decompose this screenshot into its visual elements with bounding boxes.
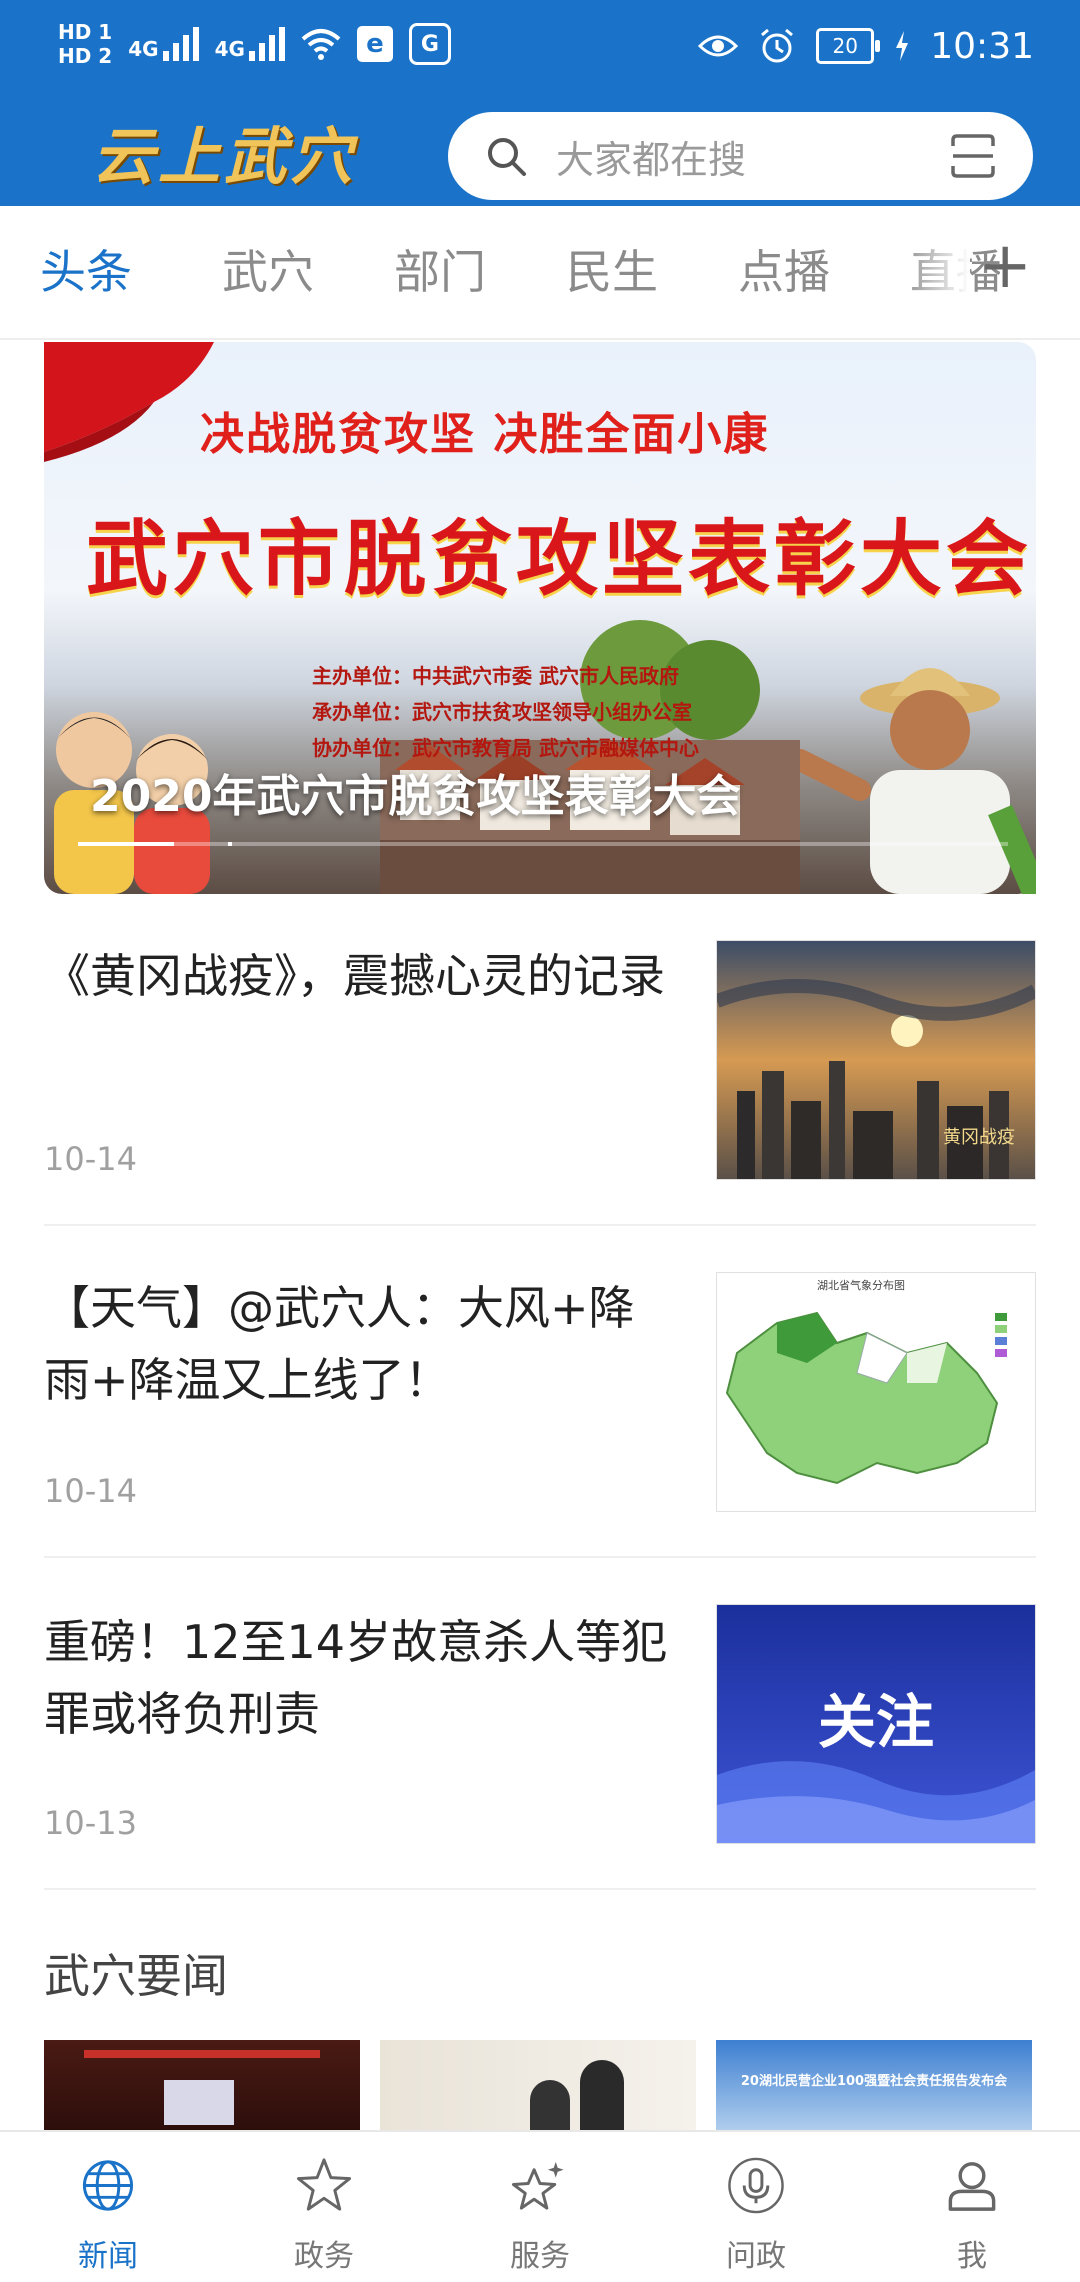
search-placeholder: 大家都在搜 <box>556 137 747 182</box>
microphone-icon <box>728 2157 784 2214</box>
nav-government[interactable]: 政务 <box>216 2150 432 2275</box>
globe-icon <box>82 2160 134 2211</box>
carousel-indicator-active <box>78 842 174 846</box>
news-thumbnail[interactable]: 关注 <box>716 1604 1036 1844</box>
nav-label: 服务 <box>510 2239 570 2274</box>
signal-bars-icon <box>248 27 285 61</box>
news-title[interactable]: 重磅！12至14岁故意杀人等犯罪或将负刑责 <box>44 1606 674 1750</box>
news-thumbnail[interactable]: 湖北省气象分布图 <box>716 1272 1036 1512</box>
banner-caption: 2020年武穴市脱贫攻坚表彰大会 <box>90 771 741 822</box>
app-notification-icon-2: G <box>408 23 451 65</box>
weather-map-image <box>725 1311 1007 1485</box>
banner-headline: 武穴市脱贫攻坚表彰大会 <box>86 511 1033 607</box>
red-flag-graphic <box>44 342 214 462</box>
section-title: 武穴要闻 <box>44 1949 228 2003</box>
section-news-thumbnail[interactable] <box>380 2040 696 2140</box>
list-separator <box>44 1888 1036 1890</box>
nav-label: 我 <box>957 2239 987 2274</box>
signal-1: 4G <box>128 27 199 61</box>
list-separator <box>44 1224 1036 1226</box>
news-title[interactable]: 【天气】@武穴人：大风+降雨+降温又上线了！ <box>44 1272 674 1416</box>
nav-label: 问政 <box>726 2239 786 2274</box>
hd-indicators: HD 1 HD 2 <box>58 21 112 67</box>
status-right: 20 10:31 <box>698 20 1034 72</box>
nav-news[interactable]: 新闻 <box>0 2150 216 2275</box>
search-bar[interactable]: 大家都在搜 <box>448 112 1033 200</box>
tab-departments[interactable]: 部门 <box>394 242 486 302</box>
person-icon <box>948 2162 996 2211</box>
thumb-caption: 黄冈战疫 <box>943 1127 1015 1148</box>
news-date: 10-13 <box>44 1804 137 1842</box>
banner-slogan: 决战脱贫攻坚 决胜全面小康 <box>200 409 770 460</box>
hd1-label: HD 1 <box>58 20 113 44</box>
add-channel-button[interactable]: + <box>978 234 1032 298</box>
nav-services[interactable]: 服务 <box>432 2150 648 2275</box>
hd2-label: HD 2 <box>58 44 113 68</box>
tab-vod[interactable]: 点播 <box>738 242 830 302</box>
star-icon <box>296 2158 352 2211</box>
search-icon <box>484 134 528 178</box>
projector-screen-graphic <box>164 2080 234 2125</box>
net2-label: 4G <box>214 37 245 61</box>
signal-bars-icon <box>162 27 199 61</box>
battery-level: 20 <box>832 34 858 58</box>
news-date: 10-14 <box>44 1140 137 1178</box>
app-notification-icon: e <box>356 26 393 62</box>
section-news-thumbnail[interactable]: 20湖北民营企业100强暨社会责任报告发布会 <box>716 2040 1032 2140</box>
person-graphic <box>580 2060 624 2140</box>
banner-org-line: 协办单位：武穴市教育局 武穴市融媒体中心 <box>312 736 699 760</box>
nav-me[interactable]: 我 <box>864 2150 1080 2275</box>
nav-label: 新闻 <box>78 2239 138 2274</box>
section-news-thumbnail[interactable] <box>44 2040 360 2140</box>
app-logo: 云上武穴 <box>92 120 357 193</box>
thumb-caption: 20湖北民营企业100强暨社会责任报告发布会 <box>740 2074 1008 2089</box>
battery-icon: 20 <box>816 28 881 64</box>
carousel-indicator <box>228 842 232 846</box>
nav-inquiry[interactable]: 问政 <box>648 2150 864 2275</box>
status-left: HD 1 HD 2 4G 4G e G <box>58 16 451 72</box>
news-title[interactable]: 《黄冈战疫》，震撼心灵的记录 <box>44 940 674 1012</box>
nav-label: 政务 <box>294 2239 354 2274</box>
sparkle-star-icon <box>511 2161 564 2210</box>
tab-livelihood[interactable]: 民生 <box>566 242 658 302</box>
wifi-icon <box>301 29 341 60</box>
clock: 10:31 <box>930 25 1034 67</box>
eye-icon <box>698 35 739 57</box>
signal-2: 4G <box>215 27 285 61</box>
charging-icon <box>896 31 909 61</box>
status-bar: HD 1 HD 2 4G 4G e G 20 10:31 <box>0 0 1080 92</box>
tab-headlines[interactable]: 头条 <box>40 242 132 302</box>
tab-wuxue[interactable]: 武穴 <box>222 242 314 302</box>
scan-icon[interactable] <box>949 132 997 180</box>
stage-banner-graphic <box>84 2050 320 2058</box>
tab-fade <box>900 236 970 316</box>
farmer-graphic <box>800 668 1036 894</box>
carousel-track <box>78 842 1008 846</box>
news-date: 10-14 <box>44 1472 137 1510</box>
net1-label: 4G <box>128 37 159 61</box>
thumb-caption: 湖北省气象分布图 <box>817 1279 905 1292</box>
banner-org-line: 主办单位：中共武穴市委 武穴市人民政府 <box>312 664 679 688</box>
banner-org-line: 承办单位：武穴市扶贫攻坚领导小组办公室 <box>312 700 692 724</box>
alarm-icon <box>761 28 794 63</box>
news-thumbnail[interactable]: 黄冈战疫 <box>716 940 1036 1180</box>
tabs-divider <box>0 338 1080 340</box>
thumb-caption: 关注 <box>817 1688 934 1756</box>
list-separator <box>44 1556 1036 1558</box>
